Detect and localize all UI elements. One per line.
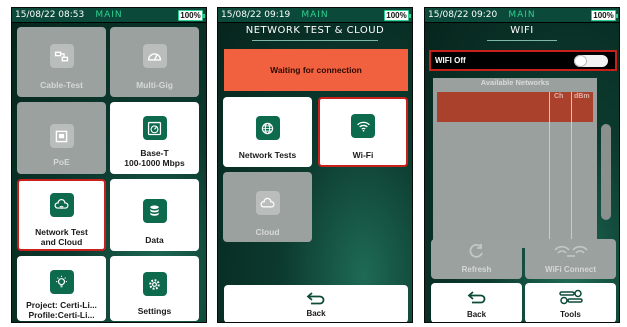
back-button[interactable]: Back [431,283,522,322]
tile-base-t[interactable]: Base-T 100-1000 Mbps [110,102,199,174]
tile-label: Multi-Gig [136,80,173,90]
status-bar: 15/08/22 09:20 MAIN 100% [425,8,619,23]
wifi-connect-button[interactable]: WiFi Connect [525,239,616,279]
networks-header: Available Networks [480,78,550,87]
tile-label: Cloud [255,227,280,237]
tile-label-line2: and Cloud [40,237,83,247]
toggle-knob [574,55,587,67]
battery-indicator: 100% [384,10,411,21]
wifi-connect-icon [553,245,588,257]
tile-label: PoE [53,157,70,167]
networks-scrollbar[interactable] [601,124,611,220]
refresh-label: Refresh [461,265,492,274]
status-mode: MAIN [301,10,329,20]
gauge-icon [142,44,167,68]
wifi-toggle-label: WIFI Off [435,56,466,65]
column-divider [549,92,550,242]
tile-project-profile[interactable]: Project: Certi-Li... Profile:Certi-Li... [17,256,106,321]
back-arrow-icon [306,292,325,305]
status-bar: 15/08/22 08:53 MAIN 100% [12,8,206,23]
tools-label: Tools [560,310,581,319]
back-arrow-icon [467,291,485,304]
column-header-dbm: dBm [574,93,590,100]
connection-status-banner: Waiting for connection [224,49,408,91]
network-test-cloud-screen: 15/08/22 09:19 MAIN 100% NETWORK TEST & … [217,7,413,323]
globe-icon [255,116,280,140]
tile-network-tests[interactable]: Network Tests [223,97,312,167]
wifi-screen: 15/08/22 09:20 MAIN 100% WIFI WIFI Off A… [424,7,620,323]
tile-multi-gig[interactable]: Multi-Gig [110,27,199,97]
poe-port-icon [49,124,74,148]
column-divider [571,92,572,242]
tile-label-line1: Network Test [35,227,88,237]
wifi-icon [351,114,375,138]
wifi-toggle-row: WIFI Off [429,50,617,71]
tile-label-line1: Base-T [140,148,169,158]
back-label: Back [306,309,326,318]
tile-label: Wi-Fi [352,150,374,160]
tile-label: Network Tests [238,150,297,160]
tile-cloud[interactable]: Cloud [223,172,312,242]
wifi-toggle-switch[interactable] [574,55,608,67]
tile-data[interactable]: Data [110,179,199,251]
cloud-network-icon [49,193,74,217]
available-networks-list[interactable]: Available Networks Ch dBm [433,78,597,248]
title-underline [252,40,378,41]
network-row[interactable] [437,92,593,122]
title-underline [487,40,557,41]
refresh-icon [469,243,483,258]
lightbulb-icon [49,270,74,294]
tools-icon [558,289,583,305]
tile-poe[interactable]: PoE [17,102,106,174]
cloud-icon [255,191,280,215]
column-header-channel: Ch [554,93,564,100]
tools-button[interactable]: Tools [525,283,616,322]
status-mode: MAIN [95,10,123,20]
refresh-button[interactable]: Refresh [431,239,522,279]
database-icon [142,199,167,223]
gear-icon [142,272,167,296]
status-mode: MAIN [508,10,536,20]
battery-indicator: 100% [591,10,618,21]
tile-label: Cable-Test [40,80,83,90]
cable-icon [49,44,74,68]
wifi-connect-label: WiFi Connect [544,265,597,274]
project-label: Project: Certi-Li... [26,300,97,310]
status-bar: 15/08/22 09:19 MAIN 100% [218,8,412,23]
tile-label: Data [145,235,164,245]
back-button[interactable]: Back [224,285,408,322]
profile-label: Profile:Certi-Li... [28,310,95,320]
tile-settings[interactable]: Settings [110,256,199,321]
main-menu-screen: 15/08/22 08:53 MAIN 100% Cable-Test Mult… [11,7,207,323]
tile-label: Settings [137,306,172,316]
tile-wi-fi[interactable]: Wi-Fi [318,97,408,167]
battery-indicator: 100% [178,10,205,21]
back-label: Back [466,310,487,319]
page-title: NETWORK TEST & CLOUD [245,25,385,36]
speedometer-icon [142,116,167,140]
tile-label-line2: 100-1000 Mbps [124,158,185,168]
tile-network-test-and-cloud[interactable]: Network Test and Cloud [17,179,106,251]
tile-cable-test[interactable]: Cable-Test [17,27,106,97]
page-title: WIFI [510,25,534,36]
